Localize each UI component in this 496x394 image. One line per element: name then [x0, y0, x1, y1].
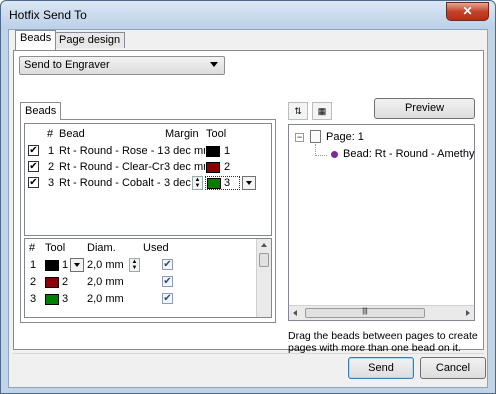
row-bead: Rt - Round - Cobalt - 3.8 [59, 177, 164, 189]
row-num: 1 [48, 145, 55, 157]
tool-dropdown-button[interactable] [70, 258, 84, 272]
tab-page-design[interactable]: Page design [54, 32, 126, 48]
margin-spinner[interactable]: ▲ ▼ [192, 176, 203, 190]
tree-connector [315, 155, 327, 156]
tab-beads[interactable]: Beads [15, 30, 57, 50]
row-num: 2 [48, 161, 55, 173]
row-tool: 1 [224, 145, 231, 157]
chevron-down-icon [74, 263, 80, 267]
close-button[interactable]: ✕ [446, 2, 489, 21]
row-num: 3 [48, 177, 55, 189]
tool-color-swatch [45, 260, 59, 271]
table-row[interactable]: ✔ 2 Rt - Round - Clear-Cryst 3 dec mn 2 [25, 159, 271, 175]
col-header-num[interactable]: # [29, 242, 35, 254]
dialog-window: Hotfix Send To ✕ Beads Page design Send … [0, 0, 496, 394]
row-num: 3 [30, 293, 37, 305]
drag-hint-text: Drag the beads between pages to create p… [288, 330, 478, 354]
page-icon [310, 130, 321, 143]
bead-dot-icon [331, 151, 338, 158]
split-pages-icon[interactable]: ▦ [312, 102, 332, 120]
diam-spinner[interactable]: ▲ ▼ [129, 258, 140, 272]
used-checkbox[interactable]: ✔ [162, 259, 173, 270]
row-tool: 2 [224, 161, 231, 173]
row-checkbox[interactable]: ✔ [28, 161, 39, 172]
col-header-tool[interactable]: Tool [206, 128, 226, 140]
tool-dropdown-button[interactable] [242, 176, 256, 190]
row-tool: 1 [62, 259, 69, 271]
scroll-left-icon[interactable] [293, 310, 297, 316]
chevron-down-icon [210, 62, 218, 67]
tool-color-swatch [45, 294, 59, 305]
scroll-thumb[interactable] [259, 253, 269, 267]
preview-button[interactable]: Preview [374, 98, 475, 119]
close-icon: ✕ [462, 4, 473, 18]
tool-color-swatch [206, 146, 220, 157]
col-header-tool[interactable]: Tool [45, 242, 65, 254]
row-diam: 2,0 mm [87, 293, 124, 305]
row-diam: 2,0 mm [87, 276, 124, 288]
tree-bead-label[interactable]: Bead: Rt - Round - Amethyst- [343, 148, 475, 160]
arrange-pages-icon[interactable]: ⇅ [288, 102, 308, 120]
col-header-diam[interactable]: Diam. [87, 242, 116, 254]
tool-select-value: 3 [224, 177, 231, 189]
row-tool: 3 [62, 293, 69, 305]
scroll-up-icon[interactable] [261, 243, 267, 247]
row-bead: Rt - Round - Rose - 1.7 ( [59, 145, 164, 157]
row-num: 1 [30, 259, 37, 271]
separator [13, 353, 484, 354]
row-num: 2 [30, 276, 37, 288]
row-tool: 2 [62, 276, 69, 288]
beads-tab-panel: Send to Engraver Beads # Bead Margin Too… [13, 50, 484, 354]
row-margin: 3 dec mn [164, 145, 205, 157]
table-row[interactable]: 3 3 2,0 mm ✔ [25, 291, 255, 307]
tree-page-label[interactable]: Page: 1 [326, 131, 364, 143]
title-bar[interactable]: Hotfix Send To ✕ [1, 1, 495, 29]
send-to-value: Send to Engraver [24, 59, 110, 71]
tool-color-swatch [45, 277, 59, 288]
tool-select[interactable]: 3 [205, 176, 240, 190]
beads-inner-panel: # Bead Margin Tool ✔ 1 Rt - Round - Rose… [20, 119, 276, 323]
tree-horizontal-scrollbar[interactable]: ||| [289, 305, 474, 320]
dialog-client: Beads Page design Send to Engraver Beads… [8, 29, 488, 388]
tools-vertical-scrollbar[interactable] [256, 239, 271, 317]
table-row[interactable]: 2 2 2,0 mm ✔ [25, 274, 255, 290]
pages-tree: − Page: 1 Bead: Rt - Round - Amethyst- |… [288, 124, 475, 321]
table-row[interactable]: 1 1 2,0 mm ▲ ▼ ✔ [25, 257, 255, 273]
used-checkbox[interactable]: ✔ [162, 293, 173, 304]
table-row[interactable]: ✔ 3 Rt - Round - Cobalt - 3.8 3 dec ▲▼ 3 [25, 175, 271, 191]
tools-grid: # Tool Diam. Used 1 1 2,0 mm ▲ ▼ ✔ 2 2 2… [24, 238, 272, 318]
tool-color-swatch [207, 178, 221, 189]
col-header-margin[interactable]: Margin [165, 128, 199, 140]
inner-tab-beads[interactable]: Beads [20, 102, 62, 120]
table-row[interactable]: ✔ 1 Rt - Round - Rose - 1.7 ( 3 dec mn 1 [25, 143, 271, 159]
chevron-down-icon [246, 181, 252, 185]
row-diam: 2,0 mm [87, 259, 124, 271]
col-header-used[interactable]: Used [143, 242, 169, 254]
send-button[interactable]: Send [348, 357, 414, 379]
scroll-thumb[interactable]: ||| [305, 308, 425, 318]
margin-input[interactable]: 3 dec [164, 177, 192, 189]
collapse-icon[interactable]: − [295, 133, 304, 142]
beads-grid: # Bead Margin Tool ✔ 1 Rt - Round - Rose… [24, 123, 272, 236]
col-header-num[interactable]: # [47, 128, 53, 140]
row-checkbox[interactable]: ✔ [28, 145, 39, 156]
send-to-select[interactable]: Send to Engraver [19, 56, 225, 75]
row-checkbox[interactable]: ✔ [28, 177, 39, 188]
tool-color-swatch [206, 162, 220, 173]
row-bead: Rt - Round - Clear-Cryst [59, 161, 164, 173]
row-margin: 3 dec mn [164, 161, 205, 173]
cancel-button[interactable]: Cancel [420, 357, 486, 379]
used-checkbox[interactable]: ✔ [162, 276, 173, 287]
window-title: Hotfix Send To [9, 8, 87, 22]
col-header-bead[interactable]: Bead [59, 128, 85, 140]
scroll-right-icon[interactable] [466, 310, 470, 316]
